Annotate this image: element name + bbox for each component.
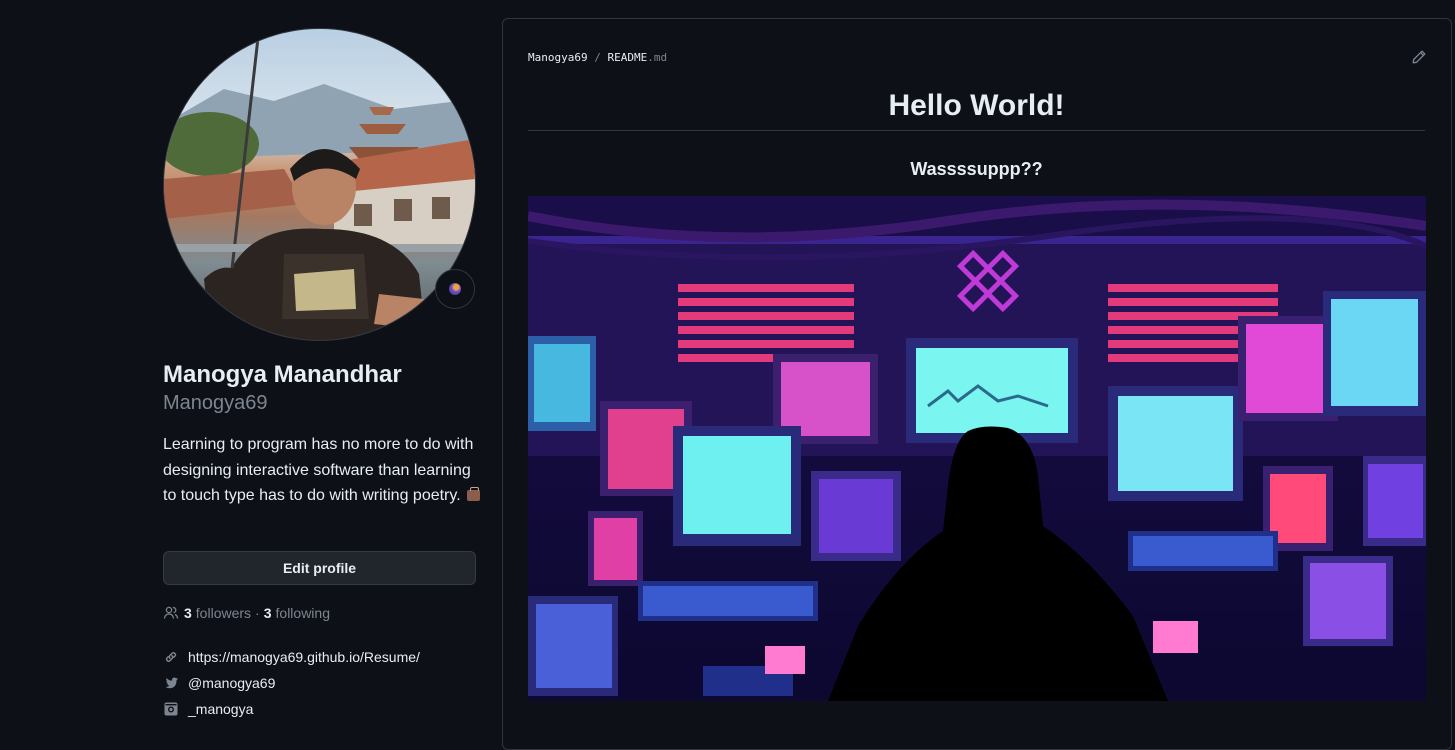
profile-readme-card: Manogya69 / README.md Hello World! Wasss… xyxy=(502,18,1452,750)
set-status-button[interactable] xyxy=(435,269,475,309)
pixel-art-hacker-image xyxy=(528,196,1426,701)
twitter-link[interactable]: @manogya69 xyxy=(188,675,275,691)
link-icon xyxy=(165,652,177,662)
heading-divider xyxy=(528,130,1425,131)
people-icon xyxy=(163,606,179,619)
instagram-link-row: _manogya xyxy=(163,701,253,717)
readme-subheading: Wassssuppp?? xyxy=(910,159,1043,179)
readme-banner-image xyxy=(528,196,1426,701)
twitter-icon xyxy=(165,677,178,689)
avatar-photo xyxy=(164,29,475,340)
website-link-row: https://manogya69.github.io/Resume/ xyxy=(163,649,420,665)
avatar-container xyxy=(163,28,476,341)
readme-heading: Hello World! xyxy=(888,89,1065,122)
follow-stats: 3 followers · 3 following xyxy=(163,605,330,621)
following-link[interactable]: 3 following xyxy=(264,605,330,621)
website-link[interactable]: https://manogya69.github.io/Resume/ xyxy=(188,649,420,665)
profile-bio-text: Learning to program has no more to do wi… xyxy=(163,436,474,504)
readme-breadcrumb: Manogya69 / README.md xyxy=(528,51,668,64)
instagram-icon xyxy=(164,702,178,716)
followers-link[interactable]: 3 followers xyxy=(184,605,251,621)
readme-file-link[interactable]: README.md xyxy=(607,51,667,64)
status-emoji-icon xyxy=(449,283,461,295)
edit-readme-button[interactable] xyxy=(1411,49,1427,70)
edit-profile-button[interactable]: Edit profile xyxy=(163,551,476,585)
instagram-link[interactable]: _manogya xyxy=(188,701,253,717)
profile-username: Manogya69 xyxy=(163,392,268,414)
pencil-icon xyxy=(1412,50,1426,64)
avatar[interactable] xyxy=(163,28,476,341)
twitter-link-row: @manogya69 xyxy=(163,675,275,691)
readme-owner-link[interactable]: Manogya69 xyxy=(528,51,588,64)
briefcase-icon xyxy=(466,487,480,501)
profile-bio: Learning to program has no more to do wi… xyxy=(163,432,483,509)
profile-full-name: Manogya Manandhar xyxy=(163,361,402,388)
